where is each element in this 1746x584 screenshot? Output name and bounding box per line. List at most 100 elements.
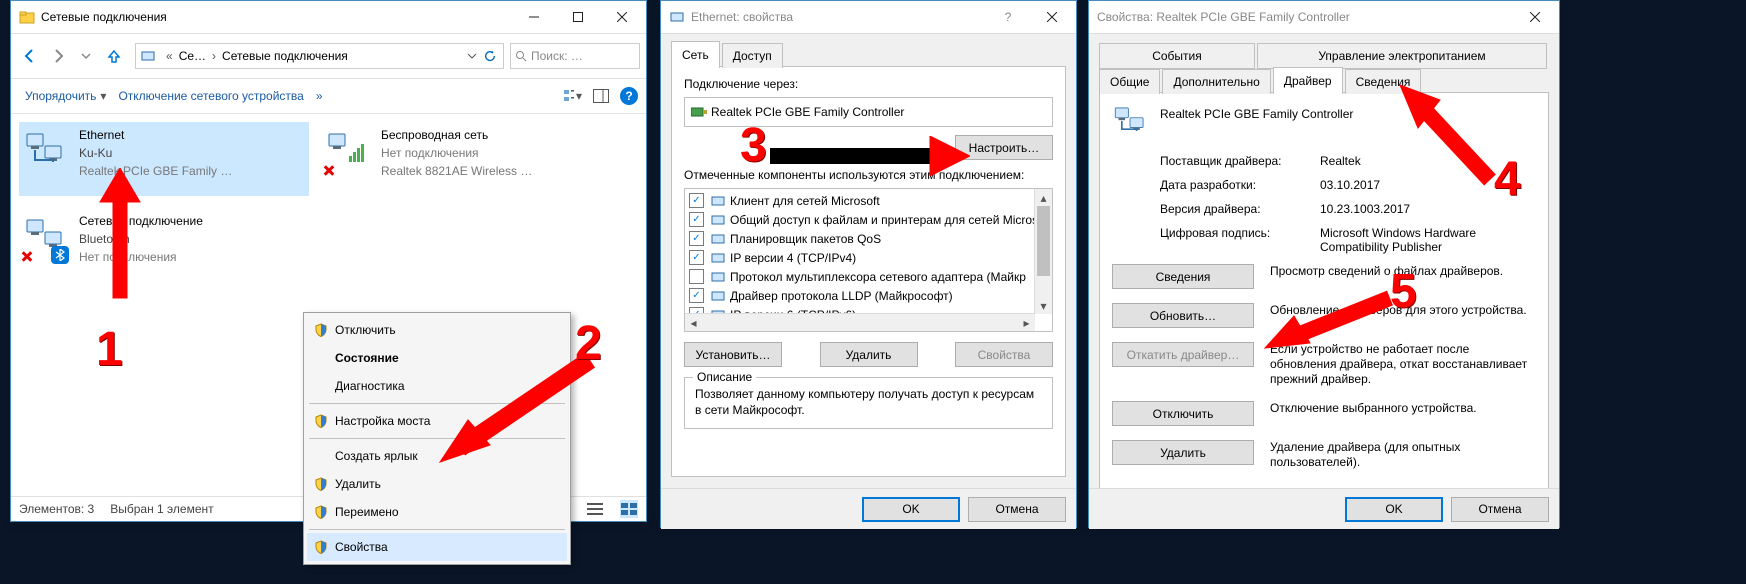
component-item[interactable]: ✓Планировщик пакетов QoS bbox=[685, 229, 1052, 248]
tab-advanced[interactable]: Дополнительно bbox=[1162, 69, 1270, 94]
component-icon bbox=[710, 269, 726, 285]
component-item[interactable]: ✓Общий доступ к файлам и принтерам для с… bbox=[685, 210, 1052, 229]
ctx-delete[interactable]: Удалить bbox=[307, 470, 567, 498]
ctx-shortcut[interactable]: Создать ярлык bbox=[307, 442, 567, 470]
up-button[interactable] bbox=[101, 43, 127, 69]
ctx-rename[interactable]: Переимено bbox=[307, 498, 567, 526]
connection-wifi[interactable]: Беспроводная сеть Нет подключения Realte… bbox=[321, 122, 611, 196]
properties-button[interactable]: Свойства bbox=[955, 342, 1053, 367]
checkbox[interactable]: ✓ bbox=[689, 193, 704, 208]
close-button[interactable] bbox=[1513, 2, 1557, 32]
search-input[interactable]: Поиск: … bbox=[510, 43, 640, 69]
close-button[interactable] bbox=[1030, 2, 1074, 32]
status-count: Элементов: 3 bbox=[19, 502, 94, 516]
help-button[interactable]: ? bbox=[986, 2, 1030, 32]
connections-area[interactable]: Ethernet Ku-Ku Realtek PCIe GBE Family …… bbox=[11, 114, 646, 474]
tab-driver[interactable]: Драйвер bbox=[1273, 67, 1343, 94]
label-connect-via: Подключение через: bbox=[684, 77, 1053, 91]
ctx-bridge[interactable]: Настройка моста bbox=[307, 407, 567, 435]
tab-network[interactable]: Сеть bbox=[671, 41, 720, 68]
ok-button[interactable]: OK bbox=[862, 497, 960, 522]
back-button[interactable] bbox=[17, 43, 43, 69]
breadcrumb-seg[interactable]: Се… bbox=[177, 49, 208, 63]
connection-ethernet[interactable]: Ethernet Ku-Ku Realtek PCIe GBE Family … bbox=[19, 122, 309, 196]
component-item[interactable]: ✓Клиент для сетей Microsoft bbox=[685, 191, 1052, 210]
breadcrumb-seg[interactable]: Сетевые подключения bbox=[220, 49, 350, 63]
disable-device-button[interactable]: Отключение сетевого устройства bbox=[112, 89, 309, 103]
checkbox[interactable]: ✓ bbox=[689, 212, 704, 227]
description-text: Позволяет данному компьютеру получать до… bbox=[695, 386, 1042, 418]
tab-power[interactable]: Управление электропитанием bbox=[1257, 43, 1547, 69]
refresh-button[interactable] bbox=[481, 47, 499, 65]
remove-button[interactable]: Удалить bbox=[820, 342, 918, 367]
organize-menu[interactable]: Упорядочить▾ bbox=[19, 89, 112, 103]
address-bar[interactable]: « Се… › Сетевые подключения bbox=[135, 43, 504, 69]
component-icon bbox=[710, 250, 726, 266]
minimize-button[interactable] bbox=[512, 2, 556, 32]
help-button[interactable]: ? bbox=[620, 87, 638, 105]
ok-button[interactable]: OK bbox=[1345, 497, 1443, 522]
more-commands-button[interactable]: » bbox=[310, 89, 329, 103]
connection-adapter: Нет подключения bbox=[79, 248, 203, 266]
components-list[interactable]: ✓Клиент для сетей Microsoft✓Общий доступ… bbox=[684, 188, 1053, 332]
label-date: Дата разработки: bbox=[1112, 178, 1320, 192]
maximize-button[interactable] bbox=[556, 2, 600, 32]
checkbox[interactable]: ✓ bbox=[689, 288, 704, 303]
description-title: Описание bbox=[693, 370, 756, 384]
component-item[interactable]: ✓IP версии 4 (TCP/IPv4) bbox=[685, 248, 1052, 267]
recent-dropdown-button[interactable] bbox=[73, 43, 99, 69]
component-label: Драйвер протокола LLDP (Майкрософт) bbox=[730, 289, 953, 303]
checkbox[interactable] bbox=[689, 269, 704, 284]
uninstall-driver-desc: Удаление драйвера (для опытных пользоват… bbox=[1270, 440, 1536, 470]
tab-details[interactable]: Сведения bbox=[1345, 69, 1422, 94]
configure-button[interactable]: Настроить… bbox=[955, 135, 1053, 160]
connection-bluetooth[interactable]: Сетевое подключение Bluetooth Нет подклю… bbox=[19, 208, 309, 282]
details-view-button[interactable] bbox=[586, 500, 604, 518]
install-button[interactable]: Установить… bbox=[684, 342, 782, 367]
horizontal-scrollbar[interactable]: ◂ ▸ bbox=[685, 313, 1035, 331]
ctx-properties[interactable]: Свойства bbox=[307, 533, 567, 561]
rollback-driver-desc: Если устройство не работает после обновл… bbox=[1270, 342, 1536, 387]
dialog-footer: OK Отмена bbox=[1089, 488, 1559, 529]
shield-icon bbox=[311, 320, 331, 340]
checkbox[interactable]: ✓ bbox=[689, 231, 704, 246]
rollback-driver-button[interactable]: Откатить драйвер… bbox=[1112, 342, 1254, 367]
location-icon bbox=[140, 48, 156, 64]
label-version: Версия драйвера: bbox=[1112, 202, 1320, 216]
large-icons-view-button[interactable] bbox=[620, 500, 638, 518]
connection-name: Сетевое подключение bbox=[79, 212, 203, 230]
shield-icon bbox=[311, 474, 331, 494]
view-mode-button[interactable]: ▾ bbox=[564, 87, 582, 105]
tab-events[interactable]: События bbox=[1099, 43, 1255, 69]
component-item[interactable]: ✓ Драйвер протокола LLDP (Майкрософт) bbox=[685, 286, 1052, 305]
dialog-footer: OK Отмена bbox=[661, 488, 1076, 529]
driver-details-button[interactable]: Сведения bbox=[1112, 264, 1254, 289]
connection-adapter: Realtek 8821AE Wireless … bbox=[381, 162, 532, 180]
adapter-icon bbox=[691, 104, 707, 120]
ctx-disable[interactable]: Отключить bbox=[307, 316, 567, 344]
preview-pane-button[interactable] bbox=[592, 87, 610, 105]
tab-access[interactable]: Доступ bbox=[722, 43, 783, 68]
component-icon bbox=[710, 212, 726, 228]
disable-device-button[interactable]: Отключить bbox=[1112, 401, 1254, 426]
tab-general[interactable]: Общие bbox=[1099, 69, 1160, 94]
component-item[interactable]: Протокол мультиплексора сетевого адаптер… bbox=[685, 267, 1052, 286]
separator bbox=[309, 438, 565, 439]
cancel-button[interactable]: Отмена bbox=[968, 497, 1066, 522]
titlebar[interactable]: Ethernet: свойства ? bbox=[661, 1, 1076, 34]
bluetooth-icon bbox=[51, 246, 69, 264]
close-button[interactable] bbox=[600, 2, 644, 32]
titlebar[interactable]: Сетевые подключения bbox=[11, 1, 646, 34]
label-signature: Цифровая подпись: bbox=[1112, 226, 1320, 254]
checkbox[interactable]: ✓ bbox=[689, 250, 704, 265]
ctx-status[interactable]: Состояние bbox=[307, 344, 567, 372]
connection-status: Ku-Ku bbox=[79, 144, 232, 162]
address-dropdown-button[interactable] bbox=[463, 47, 481, 65]
uninstall-driver-button[interactable]: Удалить bbox=[1112, 440, 1254, 465]
ctx-diagnostics[interactable]: Диагностика bbox=[307, 372, 567, 400]
vertical-scrollbar[interactable]: ▴ ▾ bbox=[1034, 189, 1052, 314]
update-driver-button[interactable]: Обновить… bbox=[1112, 303, 1254, 328]
forward-button[interactable] bbox=[45, 43, 71, 69]
cancel-button[interactable]: Отмена bbox=[1451, 497, 1549, 522]
titlebar[interactable]: Свойства: Realtek PCIe GBE Family Contro… bbox=[1089, 1, 1559, 34]
